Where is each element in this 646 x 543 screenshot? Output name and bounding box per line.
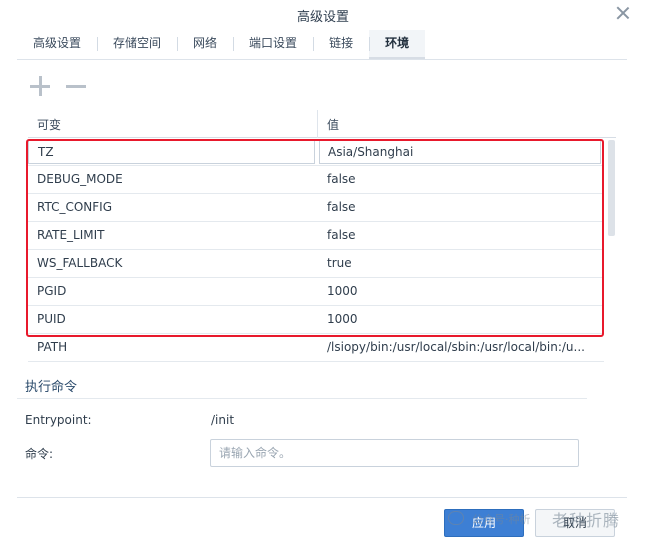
variable-name-cell: PGID [37,284,67,298]
title-bar: 高级设置 [0,0,646,30]
table-header: 可变 值 [28,110,616,138]
table-row[interactable]: WS_FALLBACK true [28,250,604,278]
variable-name-cell: WS_FALLBACK [37,256,123,270]
variable-name-cell[interactable]: TZ [28,140,315,164]
entrypoint-label: Entrypoint: [25,413,92,427]
add-variable-button[interactable] [28,74,52,98]
table-row[interactable]: DEBUG_MODE false [28,166,604,194]
tab-port-settings[interactable]: 端口设置 [233,30,313,59]
command-input[interactable] [210,439,579,467]
variable-name-cell: RTC_CONFIG [37,200,113,214]
entrypoint-value: /init [211,413,235,427]
variable-name-cell: PATH [37,340,68,354]
variable-name-cell: PUID [37,312,66,326]
env-table: 可变 值 TZ Asia/Shanghai DEBUG_MODE false R… [28,110,616,362]
table-row[interactable]: TZ Asia/Shanghai [28,138,604,166]
variable-value-cell: false [327,172,356,186]
table-body: TZ Asia/Shanghai DEBUG_MODE false RTC_CO… [28,138,604,362]
variable-value-cell: 1000 [327,312,358,326]
variable-value-cell: 1000 [327,284,358,298]
column-header-variable[interactable]: 可变 [37,116,61,133]
tab-advanced[interactable]: 高级设置 [17,30,97,59]
variable-value-cell[interactable]: Asia/Shanghai [319,140,601,164]
cancel-button[interactable]: 取消 [535,509,615,537]
tab-environment[interactable]: 环境 [369,30,426,59]
variable-name-cell: DEBUG_MODE [37,172,123,186]
table-row[interactable]: PATH /lsiopy/bin:/usr/local/sbin:/usr/lo… [28,334,604,362]
variable-name-cell: RATE_LIMIT [37,228,105,242]
exec-section-title: 执行命令 [25,380,78,395]
table-row[interactable]: RATE_LIMIT false [28,222,604,250]
tab-links[interactable]: 链接 [313,30,369,59]
variable-value-cell: false [327,200,356,214]
env-toolbar [28,74,108,98]
window-title: 高级设置 [296,10,349,25]
footer-divider [17,497,627,498]
tab-network[interactable]: 网络 [177,30,233,59]
table-row[interactable]: RTC_CONFIG false [28,194,604,222]
table-row[interactable]: PUID 1000 [28,306,604,334]
variable-value-cell: false [327,228,356,242]
tab-bar: 高级设置 存储空间 网络 端口设置 链接 环境 [17,30,627,60]
tab-storage[interactable]: 存储空间 [97,30,177,59]
table-row[interactable]: PGID 1000 [28,278,604,306]
section-divider [17,398,587,399]
column-header-value[interactable]: 值 [327,116,339,133]
remove-variable-button[interactable] [64,74,88,98]
apply-button[interactable]: 应用 [444,509,524,537]
variable-value-cell: /lsiopy/bin:/usr/local/sbin:/usr/local/b… [327,340,585,354]
close-icon[interactable] [616,6,630,20]
table-scrollbar-thumb[interactable] [608,140,615,236]
variable-value-cell: true [327,256,352,270]
minus-icon [66,85,86,88]
command-label: 命令: [25,447,54,461]
